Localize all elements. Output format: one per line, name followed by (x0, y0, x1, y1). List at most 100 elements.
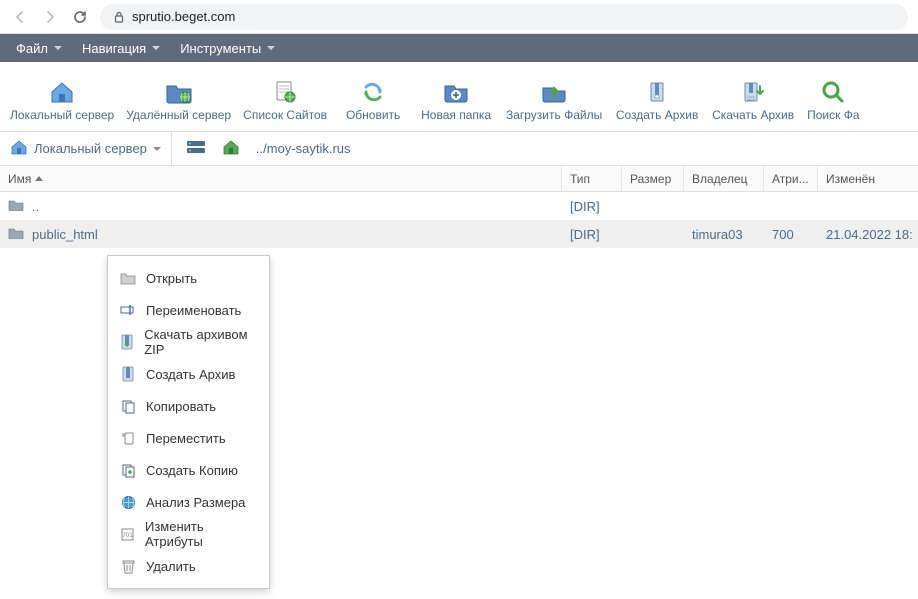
row-type: [DIR] (562, 227, 622, 242)
menu-nav-label: Навигация (82, 41, 146, 56)
col-type[interactable]: Тип (562, 166, 622, 191)
ctx-move-label: Переместить (146, 431, 226, 446)
ctx-open[interactable]: Открыть (108, 262, 269, 294)
menu-bar: Файл Навигация Инструменты (0, 34, 918, 62)
svg-text:701: 701 (122, 532, 133, 539)
ctx-download-zip[interactable]: Скачать архивом ZIP (108, 326, 269, 358)
home-icon (10, 139, 28, 158)
path-icons: ../moy-saytik.rus (172, 139, 365, 158)
ctx-delete[interactable]: Удалить (108, 550, 269, 582)
tool-search[interactable]: Поиск Фа (801, 76, 865, 124)
home-small-icon[interactable] (222, 139, 240, 158)
chevron-down-icon (152, 46, 160, 50)
refresh-icon (359, 80, 387, 104)
server-selector-label: Локальный сервер (34, 141, 147, 156)
toolbar: Локальный сервер Удалённый сервер Список… (0, 62, 918, 132)
tool-remote-label: Удалённый сервер (126, 108, 231, 122)
col-attr-label: Атри... (772, 172, 809, 186)
svg-text:ZIP: ZIP (749, 96, 753, 100)
menu-file-label: Файл (16, 41, 48, 56)
table-row-public-html[interactable]: public_html [DIR] timura03 700 21.04.202… (0, 220, 918, 248)
ctx-size-analysis[interactable]: Анализ Размера (108, 486, 269, 518)
tool-remote-server[interactable]: Удалённый сервер (120, 76, 237, 124)
tool-download-archive[interactable]: ZIP Скачать Архив (705, 76, 801, 124)
tool-refresh-label: Обновить (346, 108, 400, 122)
drive-icon[interactable] (186, 139, 206, 158)
tool-refresh[interactable]: Обновить (333, 76, 413, 124)
breadcrumb-text[interactable]: ../moy-saytik.rus (256, 141, 351, 156)
row-attr: 700 (764, 227, 818, 242)
col-size[interactable]: Размер (622, 166, 684, 191)
row-name: .. (32, 199, 39, 214)
menu-tools-label: Инструменты (180, 41, 261, 56)
upload-icon (540, 80, 568, 104)
row-date: 21.04.2022 18: (818, 227, 918, 242)
folder-icon (8, 199, 24, 214)
col-name-label: Имя (8, 172, 31, 186)
tool-sites-list[interactable]: Список Сайтов (237, 76, 333, 124)
col-owner[interactable]: Владелец (684, 166, 764, 191)
ctx-move[interactable]: Переместить (108, 422, 269, 454)
col-date[interactable]: Изменён (818, 166, 918, 191)
chevron-down-icon (153, 147, 161, 151)
archive-download-icon (120, 334, 134, 350)
ctx-open-label: Открыть (146, 271, 197, 286)
row-type: [DIR] (562, 199, 622, 214)
archive-icon (120, 366, 136, 382)
duplicate-icon (120, 462, 136, 478)
col-size-label: Размер (630, 172, 671, 186)
table-row-parent[interactable]: .. [DIR] (0, 192, 918, 220)
folder-icon (8, 227, 24, 242)
server-selector[interactable]: Локальный сервер (0, 132, 172, 165)
home-icon (48, 80, 76, 104)
address-bar[interactable]: sprutio.beget.com (100, 4, 908, 30)
menu-file[interactable]: Файл (8, 37, 70, 60)
ctx-chmod-label: Изменить Атрибуты (145, 519, 257, 549)
col-name[interactable]: Имя (0, 166, 562, 191)
ctx-size-label: Анализ Размера (146, 495, 245, 510)
tool-local-label: Локальный сервер (10, 108, 114, 122)
ctx-createarch-label: Создать Архив (146, 367, 235, 382)
archive-download-icon: ZIP (739, 80, 767, 104)
trash-icon (120, 558, 136, 574)
copy-icon (120, 398, 136, 414)
menu-navigation[interactable]: Навигация (74, 37, 168, 60)
col-type-label: Тип (570, 172, 590, 186)
ctx-rename[interactable]: Переименовать (108, 294, 269, 326)
ctx-delete-label: Удалить (146, 559, 196, 574)
search-icon (819, 80, 847, 104)
browser-back-button[interactable] (10, 7, 30, 27)
tool-new-folder[interactable]: Новая папка (413, 76, 499, 124)
tool-upload[interactable]: Загрузить Файлы (499, 76, 609, 124)
attributes-icon: 701 (120, 526, 135, 542)
tool-create-archive[interactable]: Создать Архив (609, 76, 705, 124)
folder-open-icon (120, 270, 136, 286)
row-owner: timura03 (684, 227, 764, 242)
browser-reload-button[interactable] (70, 7, 90, 27)
tool-downloadarch-label: Скачать Архив (712, 108, 794, 122)
address-text: sprutio.beget.com (132, 9, 235, 24)
tool-local-server[interactable]: Локальный сервер (4, 76, 120, 124)
rename-icon (120, 302, 136, 318)
chevron-down-icon (267, 46, 275, 50)
ctx-create-archive[interactable]: Создать Архив (108, 358, 269, 390)
ctx-duplicate[interactable]: Создать Копию (108, 454, 269, 486)
ctx-dup-label: Создать Копию (146, 463, 238, 478)
ctx-copy[interactable]: Копировать (108, 390, 269, 422)
sort-asc-icon (35, 176, 43, 181)
menu-tools[interactable]: Инструменты (172, 37, 283, 60)
browser-chrome: sprutio.beget.com (0, 0, 918, 34)
browser-forward-button[interactable] (40, 7, 60, 27)
col-attr[interactable]: Атри... (764, 166, 818, 191)
col-owner-label: Владелец (692, 172, 748, 186)
chevron-down-icon (54, 46, 62, 50)
document-globe-icon (271, 80, 299, 104)
col-date-label: Изменён (826, 172, 875, 186)
tool-sites-label: Список Сайтов (243, 108, 327, 122)
ctx-chmod[interactable]: 701 Изменить Атрибуты (108, 518, 269, 550)
move-icon (120, 430, 136, 446)
row-name: public_html (32, 227, 98, 242)
tool-newfolder-label: Новая папка (421, 108, 491, 122)
tool-search-label: Поиск Фа (807, 108, 859, 122)
folder-plus-icon (442, 80, 470, 104)
